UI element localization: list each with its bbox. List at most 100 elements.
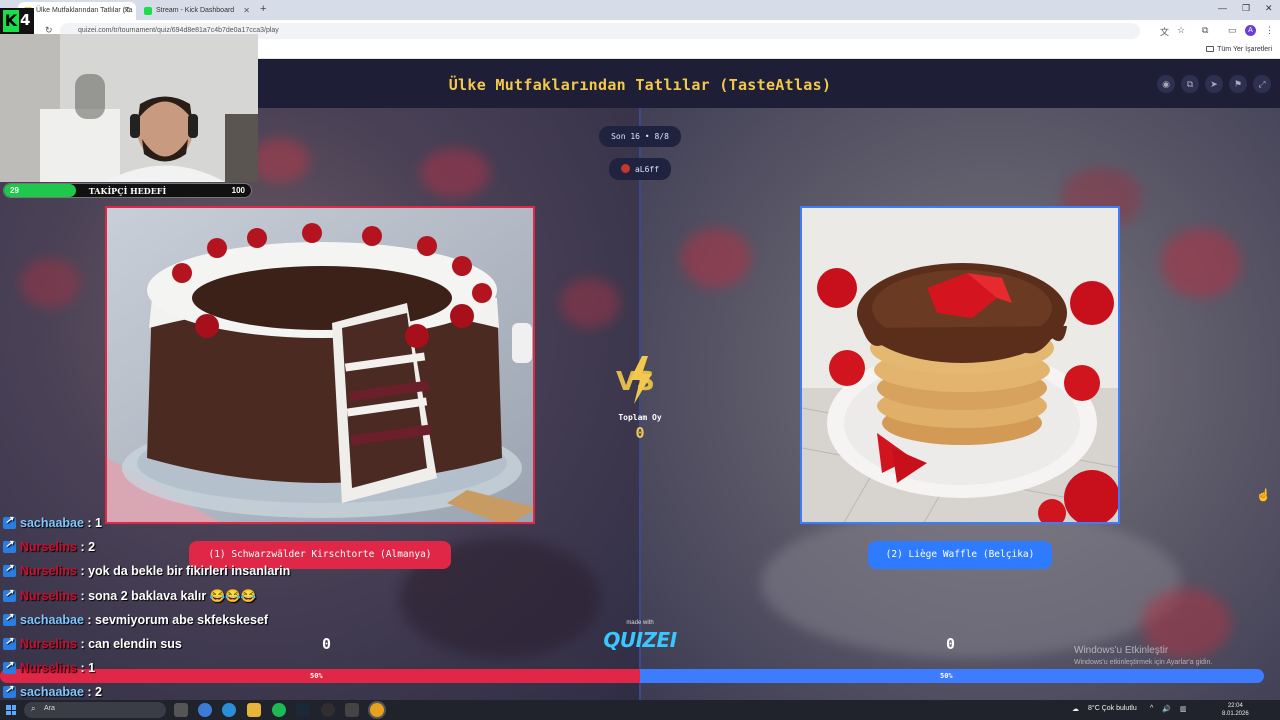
- steam-icon[interactable]: [296, 703, 310, 717]
- hand-cursor-icon: ☝: [1256, 488, 1271, 502]
- kick-badge-icon: [3, 563, 16, 578]
- webcam-overlay: [0, 34, 258, 182]
- chrome-icon[interactable]: [370, 703, 384, 717]
- copy-icon[interactable]: ⧉: [1181, 75, 1199, 93]
- kick-badge-icon: [3, 684, 16, 699]
- tab-kick-dashboard[interactable]: Stream - Kick Dashboard ✕: [138, 2, 256, 20]
- network-icon[interactable]: ▥: [1180, 705, 1187, 713]
- chat-username: Nurselins: [20, 564, 77, 579]
- kick-favicon-icon: [144, 7, 152, 15]
- kick-badge-icon: [3, 660, 16, 675]
- choose-right-button[interactable]: (2) Liège Waffle (Belçika): [868, 541, 1052, 569]
- chat-username: Nurselins: [20, 636, 77, 651]
- fullscreen-icon[interactable]: ⤢: [1253, 75, 1271, 93]
- windows-activation-watermark: Windows'u Etkinleştir Windows'u etkinleş…: [1074, 645, 1212, 666]
- minimize-icon[interactable]: —: [1218, 3, 1227, 13]
- round-text: Son 16 • 8/8: [599, 126, 681, 147]
- chat-overlay: sachaabae : 1 Nurselins : 2 Nurselins : …: [3, 515, 323, 710]
- taskbar-search-placeholder: Ara: [44, 705, 55, 712]
- clock-date: 8.01.2026: [1222, 711, 1249, 717]
- chat-text: : yok da bekle bir fikirleri insanlarin: [76, 564, 291, 579]
- obs-icon[interactable]: [321, 703, 335, 717]
- menu-kebab-icon[interactable]: ⋮: [1265, 25, 1274, 36]
- player-name: aL6ff: [634, 165, 660, 174]
- activation-title: Windows'u Etkinleştir: [1074, 645, 1169, 656]
- screen: Ülke Mutfaklarından Tatlılar (Ta ✕ Strea…: [0, 0, 1280, 720]
- chat-message: sachaabae : sevmiyorum abe skfekskesef: [3, 612, 323, 637]
- windows-taskbar: ⌕ Ara ☁ 8°C Çok bulutlu ^ 🔊 ▥ 22:04 8.01…: [0, 700, 1280, 720]
- hide-eye-icon[interactable]: ◉: [1157, 75, 1175, 93]
- right-percent-bar: 50%: [640, 669, 1264, 683]
- tab-quiz-title: Ülke Mutfaklarından Tatlılar (Ta: [36, 7, 133, 14]
- center-divider: [639, 108, 641, 700]
- volume-icon[interactable]: 🔊: [1162, 705, 1171, 713]
- sidepanel-icon[interactable]: ▭: [1228, 25, 1237, 36]
- weather-text[interactable]: 8°C Çok bulutlu: [1088, 705, 1137, 712]
- chat-text: : can elendin sus: [76, 636, 182, 651]
- system-clock[interactable]: 22:04 8.01.2026: [1222, 702, 1249, 718]
- chat-message: Nurselins : 1: [3, 660, 323, 685]
- search-icon: ⌕: [31, 704, 36, 713]
- right-percent: 50%: [940, 672, 953, 680]
- option-right-image[interactable]: [800, 206, 1120, 524]
- kick-logo-number: 4: [20, 11, 31, 29]
- versus-icon: VS: [616, 356, 655, 404]
- chat-text: : 2: [83, 685, 102, 700]
- tab-quiz[interactable]: Ülke Mutfaklarından Tatlılar (Ta ✕: [18, 2, 136, 20]
- chat-message: Nurselins : can elendin sus: [3, 636, 323, 661]
- option-left-image[interactable]: [105, 206, 535, 524]
- bookmark-star-icon[interactable]: ☆: [1177, 25, 1185, 36]
- report-flag-icon[interactable]: ⚑: [1229, 75, 1247, 93]
- chat-message: Nurselins : yok da bekle bir fikirleri i…: [3, 563, 323, 588]
- start-windows-icon[interactable]: [6, 705, 16, 715]
- chat-message: sachaabae : 1: [3, 515, 323, 540]
- kick-badge-icon: [3, 515, 16, 529]
- tab-kick-title: Stream - Kick Dashboard: [156, 7, 235, 14]
- app-icon[interactable]: [345, 703, 359, 717]
- chat-username: Nurselins: [20, 588, 77, 603]
- taskbar-search[interactable]: ⌕ Ara: [24, 702, 166, 718]
- all-bookmarks-button[interactable]: Tüm Yer İşaretleri: [1206, 46, 1272, 53]
- user-avatar-icon: [620, 164, 630, 173]
- total-votes-label: Toplam Oy: [618, 413, 662, 422]
- left-score: 0: [322, 635, 332, 653]
- weather-icon[interactable]: ☁: [1072, 705, 1079, 713]
- extensions-icon[interactable]: ⧉: [1202, 25, 1208, 36]
- close-tab-icon[interactable]: ✕: [123, 6, 130, 15]
- chat-message: Nurselins : sona 2 baklava kalır 😂😂😂: [3, 588, 323, 613]
- file-explorer-icon[interactable]: [247, 703, 261, 717]
- kick-badge-icon: [3, 539, 16, 554]
- tray-chevron-icon[interactable]: ^: [1150, 705, 1153, 712]
- url-text: quizei.com/tr/tournament/quiz/694d8e81a7…: [78, 27, 279, 34]
- profile-avatar[interactable]: A: [1245, 25, 1256, 36]
- follower-goal-target: 100: [231, 186, 245, 195]
- right-score: 0: [946, 635, 956, 653]
- task-view-icon[interactable]: [174, 703, 188, 717]
- translate-icon[interactable]: 文: [1160, 25, 1169, 38]
- chat-username: Nurselins: [20, 661, 77, 676]
- new-tab-icon[interactable]: +: [260, 3, 266, 15]
- clock-time: 22:04: [1227, 703, 1243, 709]
- kick-badge-icon: [3, 588, 16, 602]
- edge-icon[interactable]: [222, 703, 236, 717]
- close-tab-icon[interactable]: ✕: [243, 6, 250, 15]
- copilot-icon[interactable]: [198, 703, 212, 717]
- chat-text: : sona 2 baklava kalır 😂😂😂: [76, 588, 257, 603]
- restore-icon[interactable]: ❐: [1242, 3, 1250, 14]
- chat-text: : 1: [76, 661, 96, 676]
- chat-text: : sevmiyorum abe skfekskesef: [83, 612, 269, 627]
- made-with-label: made with: [626, 620, 654, 626]
- kick-logo-letter: K: [3, 10, 19, 32]
- chat-username: sachaabae: [20, 612, 84, 627]
- total-votes-value: 0: [635, 424, 645, 442]
- follower-goal-bar: 29 TAKİPÇİ HEDEFİ 100: [3, 183, 252, 198]
- chat-username: sachaabae: [20, 685, 84, 700]
- window-close-icon[interactable]: ✕: [1265, 3, 1273, 14]
- share-send-icon[interactable]: ➤: [1205, 75, 1223, 93]
- spotify-icon[interactable]: [272, 703, 286, 717]
- kick-channel-logo: K 4: [0, 8, 34, 34]
- quizei-logo[interactable]: QUIZEI: [600, 628, 680, 652]
- kick-badge-icon: [3, 612, 16, 626]
- webcam-feed-image: [0, 34, 258, 182]
- follower-goal-label: TAKİPÇİ HEDEFİ: [88, 186, 167, 196]
